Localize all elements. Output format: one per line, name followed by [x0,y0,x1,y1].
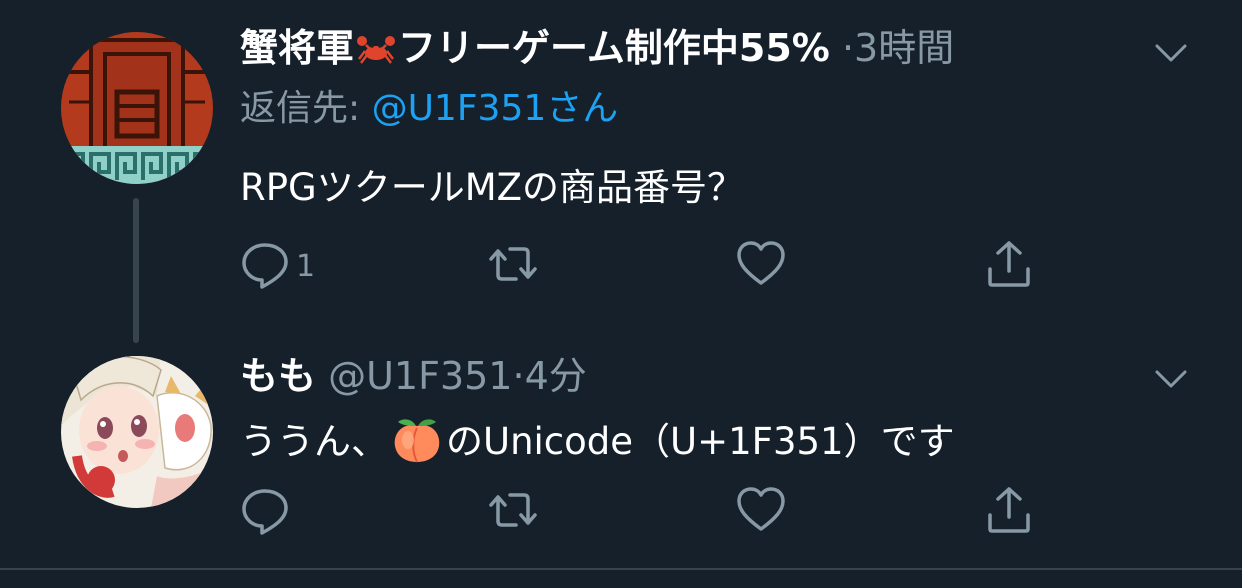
retweet-button[interactable] [488,240,538,292]
like-icon [736,239,786,293]
chevron-down-icon[interactable] [1154,362,1188,396]
like-button[interactable] [736,240,786,292]
timestamp[interactable]: 4分 [525,354,587,398]
like-icon [736,485,786,539]
timestamp[interactable]: 3時間 [854,26,954,70]
like-button[interactable] [736,486,786,538]
display-name[interactable]: 蟹将軍 [240,26,354,70]
tweet-divider [0,568,1242,570]
separator: · [512,354,525,398]
chevron-down-icon[interactable] [1154,36,1188,70]
tweet-header: 蟹将軍 フリーゲーム制作中55% ·3時間 [240,24,954,72]
retweet-icon [488,239,538,293]
reply-context: 返信先: @U1F351さん [240,85,618,133]
avatar-crab-general[interactable] [61,32,213,184]
tweet-text-part-1: ううん、 [240,420,388,463]
tweet-header: もも @U1F351·4分 [240,352,587,400]
reply-button[interactable] [240,486,290,538]
reply-icon [240,485,290,539]
reply-label: 返信先: [240,88,372,129]
reply-count: 1 [296,248,316,284]
tweet-text: ううん、 のUnicode（U+1F351）です [240,414,955,466]
display-name[interactable]: もも [240,354,316,398]
tweet-text-part-2: のUnicode（U+1F351）です [446,420,955,463]
retweet-icon [488,485,538,539]
share-button[interactable] [984,486,1034,538]
tweet-1[interactable]: 蟹将軍 フリーゲーム制作中55% ·3時間 返信先: @U1F351さん RPGツ… [0,0,1242,320]
retweet-button[interactable] [488,486,538,538]
share-icon [984,239,1034,293]
crab-emoji-icon [354,26,398,70]
share-icon [984,485,1034,539]
tweet-text: RPGツクールMZの商品番号？ [240,166,744,209]
share-button[interactable] [984,240,1034,292]
separator: · [841,26,855,70]
peach-emoji-icon [388,419,446,463]
timeline: 蟹将軍 フリーゲーム制作中55% ·3時間 返信先: @U1F351さん RPGツ… [0,0,1242,588]
reply-button[interactable]: 1 [240,240,315,292]
user-handle[interactable]: @U1F351 [328,354,512,398]
reply-icon [240,239,290,293]
avatar-momo[interactable] [61,356,213,508]
display-name-suffix[interactable]: フリーゲーム制作中55% [398,26,830,70]
tweet-2[interactable]: もも @U1F351·4分 ううん、 のUnicode（U+1F351）です [0,320,1242,568]
reply-mention-link[interactable]: @U1F351さん [372,88,619,129]
